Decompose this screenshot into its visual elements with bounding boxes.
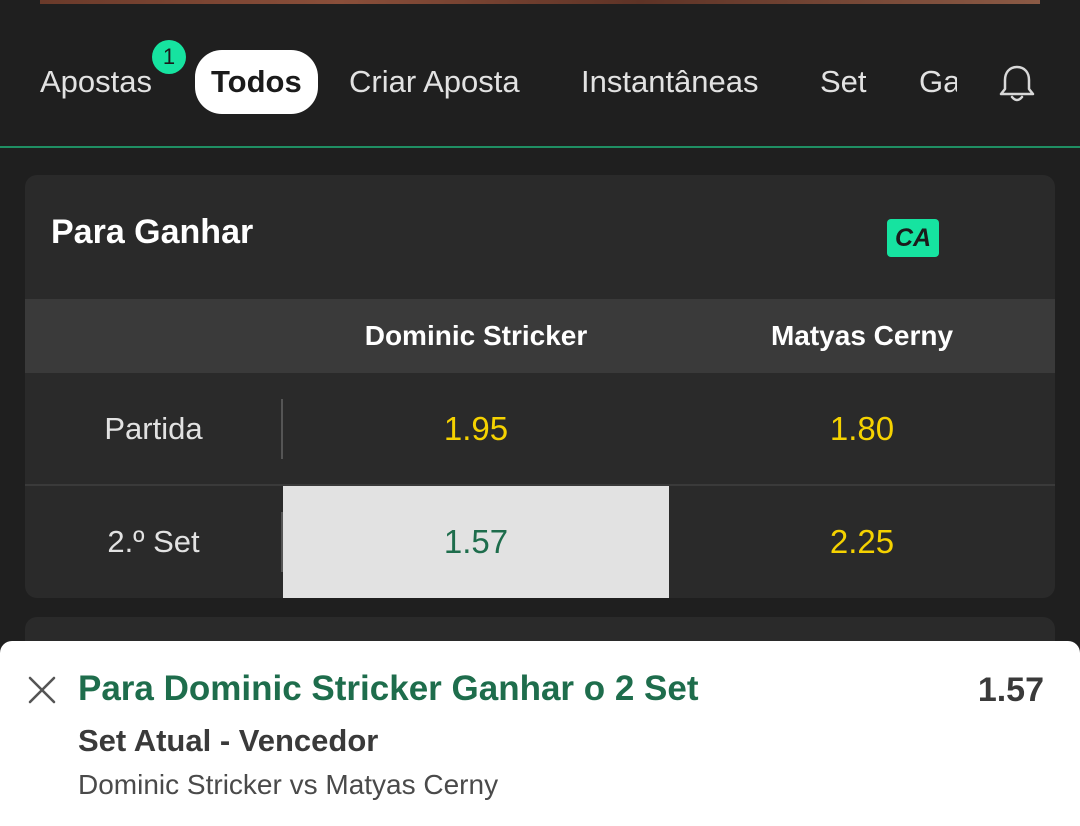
market-card: Para Ganhar CA Dominic Stricker Matyas C… [25, 175, 1055, 598]
betslip-event: Dominic Stricker vs Matyas Cerny [78, 769, 499, 800]
odds-button[interactable]: 2.25 [669, 486, 1055, 598]
betslip-selection: Para Dominic Stricker Ganhar o 2 Set [78, 669, 699, 708]
player-name: Matyas Cerny [770, 320, 954, 351]
tab-ga[interactable]: Ga [919, 56, 957, 108]
odds-button[interactable]: 1.95 [283, 373, 669, 484]
tab-bar: Apostas 1 Todos Criar Aposta Instantânea… [0, 0, 1080, 148]
market-title: Para Ganhar [51, 213, 254, 251]
betslip-panel: Para Dominic Stricker Ganhar o 2 Set 1.5… [0, 641, 1080, 826]
players-header: Dominic Stricker Matyas Cerny [25, 299, 1055, 373]
bell-icon[interactable] [994, 60, 1040, 106]
player-name: Dominic Stricker [364, 320, 588, 351]
tab-instantaneas[interactable]: Instantâneas [581, 56, 759, 108]
row-label: 2.º Set [107, 524, 200, 559]
close-icon[interactable] [27, 675, 57, 705]
betslip-odd: 1.57 [977, 671, 1044, 709]
betslip-market: Set Atual - Vencedor [78, 723, 379, 758]
cash-out-badge: CA [887, 219, 939, 257]
row-label: Partida [104, 410, 203, 446]
odds-button-selected[interactable]: 1.57 [283, 486, 669, 598]
bets-count-badge: 1 [152, 40, 186, 74]
tab-todos[interactable]: Todos [195, 50, 318, 114]
tab-set[interactable]: Set [820, 56, 867, 108]
odds-button[interactable]: 1.80 [669, 373, 1055, 484]
tab-criar-aposta[interactable]: Criar Aposta [349, 56, 520, 108]
market-row-2-set: 2.º Set 1.57 2.25 [25, 486, 1055, 598]
tab-apostas[interactable]: Apostas [40, 56, 152, 108]
market-row-partida: Partida 1.95 1.80 [25, 373, 1055, 486]
